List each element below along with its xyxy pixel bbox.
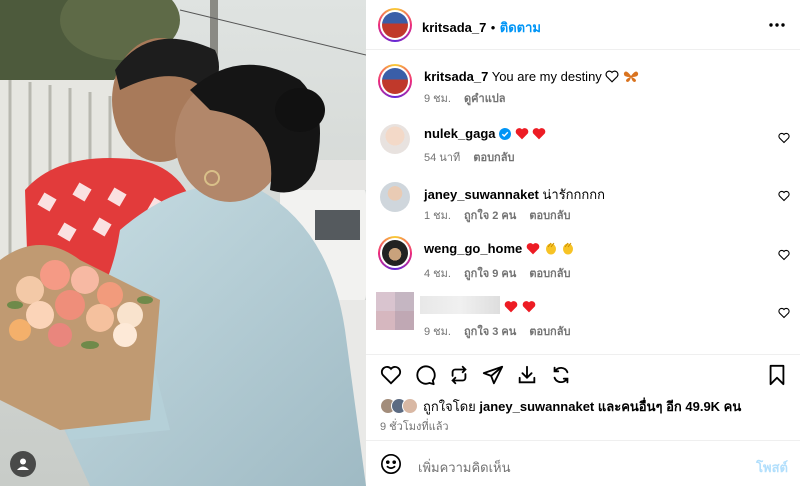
verified-badge-icon bbox=[499, 128, 512, 140]
comment-likes-count[interactable]: ถูกใจ 2 คน bbox=[464, 210, 516, 222]
comment-like-heart-icon[interactable] bbox=[778, 189, 790, 202]
heart-icon[interactable] bbox=[380, 364, 402, 386]
comment-username[interactable]: nulek_gaga bbox=[424, 126, 496, 141]
post-action-bar bbox=[366, 354, 800, 392]
repost-icon[interactable] bbox=[448, 364, 470, 386]
red-heart-icon bbox=[522, 300, 536, 318]
comment-like-heart-icon[interactable] bbox=[778, 248, 790, 261]
caption-author-avatar[interactable] bbox=[378, 64, 412, 98]
likes-prefix: ถูกใจโดย bbox=[423, 398, 480, 414]
bookmark-icon[interactable] bbox=[766, 364, 788, 386]
blurred-username[interactable] bbox=[420, 296, 500, 314]
translate-link[interactable]: ดูคำแปล bbox=[464, 93, 506, 105]
likes-user[interactable]: janey_suwannaket bbox=[479, 399, 594, 414]
post-photo-illustration bbox=[0, 0, 366, 486]
reply-button[interactable]: ตอบกลับ bbox=[529, 210, 570, 222]
share-icon[interactable] bbox=[482, 364, 504, 386]
comment-time: 9 ชม. bbox=[424, 326, 451, 338]
butterfly-icon bbox=[623, 70, 639, 86]
author-username[interactable]: kritsada_7 bbox=[422, 20, 486, 35]
red-heart-icon bbox=[515, 127, 529, 143]
reply-button[interactable]: ตอบกลับ bbox=[529, 326, 570, 338]
author-avatar[interactable] bbox=[378, 8, 412, 42]
comment-likes-count[interactable]: ถูกใจ 9 คน bbox=[464, 268, 516, 280]
refresh-icon[interactable] bbox=[550, 364, 572, 386]
caption-username[interactable]: kritsada_7 bbox=[424, 69, 488, 84]
post-timestamp[interactable]: 9 ชั่วโมงที่แล้ว bbox=[380, 417, 449, 435]
white-heart-icon bbox=[605, 70, 619, 86]
comment-time: 54 นาที bbox=[424, 152, 461, 164]
caption-time: 9 ชม. bbox=[424, 93, 451, 105]
save-icon[interactable] bbox=[516, 364, 538, 386]
commenter-avatar[interactable] bbox=[378, 236, 412, 270]
comment-time: 4 ชม. bbox=[424, 268, 451, 280]
red-heart-icon bbox=[504, 300, 518, 318]
comment-username[interactable]: janey_suwannaket bbox=[424, 187, 539, 202]
red-heart-icon bbox=[532, 127, 546, 143]
comment-text: น่ารักกกกก bbox=[542, 187, 606, 202]
clapping-hands-icon bbox=[561, 241, 575, 258]
blurred-avatar[interactable] bbox=[376, 292, 414, 330]
post-header: kritsada_7 • ติดตาม bbox=[366, 0, 800, 50]
emoji-picker-icon[interactable] bbox=[380, 453, 402, 475]
clapping-hands-icon bbox=[544, 241, 558, 258]
liker-avatar bbox=[402, 398, 418, 414]
reply-button[interactable]: ตอบกลับ bbox=[529, 268, 570, 280]
comment-like-heart-icon[interactable] bbox=[778, 306, 790, 319]
post-details-panel: kritsada_7 • ติดตาม kritsada_7 You are m… bbox=[366, 0, 800, 486]
comment-likes-count[interactable]: ถูกใจ 3 คน bbox=[464, 326, 516, 338]
separator-dot: • bbox=[490, 20, 496, 35]
likes-summary[interactable]: ถูกใจโดย janey_suwannaket และคนอื่นๆ อีก… bbox=[380, 397, 741, 415]
user-tag-icon[interactable] bbox=[10, 451, 36, 477]
caption-text: You are my destiny bbox=[491, 69, 602, 84]
comment-time: 1 ชม. bbox=[424, 210, 451, 222]
comment-like-heart-icon[interactable] bbox=[778, 131, 790, 144]
add-comment-bar: เพิ่มความคิดเห็น โพสต์ bbox=[366, 440, 800, 486]
comment-icon[interactable] bbox=[414, 364, 436, 386]
comment-input[interactable]: เพิ่มความคิดเห็น bbox=[418, 457, 511, 478]
post-comment-button[interactable]: โพสต์ bbox=[756, 457, 788, 478]
red-heart-icon bbox=[526, 242, 540, 258]
comment-username[interactable]: weng_go_home bbox=[424, 241, 522, 256]
more-options-icon[interactable] bbox=[768, 16, 786, 34]
commenter-avatar[interactable] bbox=[380, 182, 410, 212]
commenter-avatar[interactable] bbox=[380, 124, 410, 154]
reply-button[interactable]: ตอบกลับ bbox=[473, 152, 514, 164]
likes-suffix[interactable]: และคนอื่นๆ อีก 49.9K คน bbox=[594, 399, 741, 414]
post-photo[interactable] bbox=[0, 0, 366, 486]
follow-button[interactable]: ติดตาม bbox=[500, 20, 541, 35]
